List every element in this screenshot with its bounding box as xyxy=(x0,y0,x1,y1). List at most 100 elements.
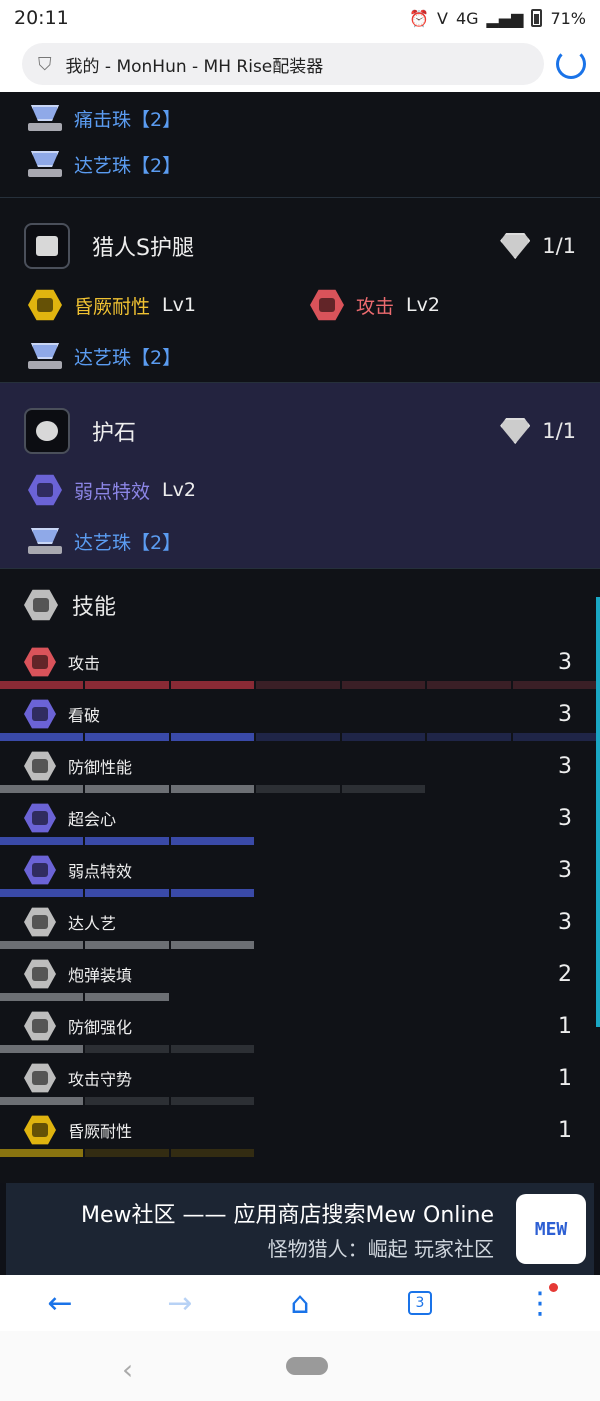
skill-bar-segment xyxy=(0,681,84,689)
skill-bar-segment xyxy=(0,941,84,949)
skill-bar-segment xyxy=(0,1045,84,1053)
battery-percent: 71% xyxy=(550,8,586,28)
skill-bar-segment xyxy=(256,733,340,741)
skill-bar-segment xyxy=(513,785,596,793)
skill-bar-segment xyxy=(513,941,596,949)
skill-bar-segment xyxy=(85,889,169,897)
skill-summary-level: 3 xyxy=(558,857,572,883)
skill-bar-segment xyxy=(170,681,255,689)
diamond-icon xyxy=(500,418,531,444)
skill-bar-segment xyxy=(85,733,169,741)
skill-summary-row[interactable]: 昏厥耐性 1 xyxy=(0,1109,600,1161)
skill-summary-line: 超会心 3 xyxy=(0,797,600,839)
skill-summary-row[interactable]: 攻击 3 xyxy=(0,641,600,693)
back-arrow-icon[interactable]: ← xyxy=(40,1283,80,1323)
skill-bar-segment xyxy=(256,941,339,949)
skill-bar-segment xyxy=(513,889,596,897)
skills-icon xyxy=(24,589,58,621)
skill-icon xyxy=(24,855,56,885)
skill-summary-level: 1 xyxy=(558,1013,572,1039)
skill-bar-segment xyxy=(170,1149,255,1157)
skill-name: 攻击 xyxy=(356,295,395,318)
deco-row[interactable]: 达艺珠【2】 xyxy=(0,333,600,379)
skill-summary-row[interactable]: 攻击守势 1 xyxy=(0,1057,600,1109)
deco-name: 达艺珠【2】 xyxy=(74,346,182,369)
ad-banner[interactable]: Mew社区 —— 应用商店搜索Mew Online 怪物猎人：崛起 玩家社区 M… xyxy=(6,1183,594,1275)
skill-summary-row[interactable]: 看破 3 xyxy=(0,693,600,745)
armor-header: 猎人S护腿 1/1 xyxy=(0,215,600,277)
skill-bar-segment xyxy=(256,1045,339,1053)
browser-bottom-nav: ← → ⌂ 3 ⋮ xyxy=(0,1275,600,1331)
skill-level-bar xyxy=(0,889,596,897)
menu-icon[interactable]: ⋮ xyxy=(520,1283,560,1323)
deco-row[interactable]: 痛击珠【2】 xyxy=(0,95,600,141)
alarm-icon: ⏰ xyxy=(409,8,429,28)
diamond-icon xyxy=(500,233,531,259)
forward-arrow-icon[interactable]: → xyxy=(160,1283,200,1323)
skill-bar-segment xyxy=(0,993,84,1001)
skill-bar-segment xyxy=(513,837,596,845)
deco-name: 痛击珠【2】 xyxy=(74,108,182,131)
armor-name: 护石 xyxy=(92,421,137,446)
armor-header: 护石 1/1 xyxy=(0,400,600,462)
refresh-icon[interactable] xyxy=(556,49,586,79)
skill-bar-segment xyxy=(170,889,255,897)
status-icons: ⏰ V 4G ▂▄▆ 71% xyxy=(409,9,586,28)
mew-logo[interactable]: MEW xyxy=(516,1194,586,1264)
skill-bar-segment xyxy=(0,1097,84,1105)
skill-summary-row[interactable]: 防御强化 1 xyxy=(0,1005,600,1057)
skill-bar-segment xyxy=(342,1097,425,1105)
skill-bar-segment xyxy=(512,681,596,689)
skill-icon xyxy=(24,647,56,677)
legs-armor-icon xyxy=(24,223,70,269)
skill-bar-segment xyxy=(85,993,169,1001)
decoration-gem-icon xyxy=(28,105,62,131)
skill-summary-row[interactable]: 达人艺 3 xyxy=(0,901,600,953)
slot-count-value: 1/1 xyxy=(542,419,576,443)
scrollbar[interactable] xyxy=(596,597,600,1027)
skill-bar-segment xyxy=(0,889,84,897)
charm-section[interactable]: 护石 1/1 弱点特效 Lv2 达艺珠【2】 xyxy=(0,383,600,569)
skill-icon xyxy=(24,699,56,729)
banner-line-2: 怪物猎人：崛起 玩家社区 xyxy=(267,1236,494,1261)
tabs-button[interactable]: 3 xyxy=(400,1283,440,1323)
system-nav-bar: ‹ xyxy=(0,1331,600,1401)
skill-icon xyxy=(24,907,56,937)
system-back-icon[interactable]: ‹ xyxy=(122,1353,133,1386)
skill-summary-row[interactable]: 防御性能 3 xyxy=(0,745,600,797)
skills-title: 技能 xyxy=(72,595,117,620)
skill-summary-name: 弱点特效 xyxy=(68,862,133,881)
shield-icon: ⛉ xyxy=(38,53,52,75)
home-pill[interactable] xyxy=(286,1357,328,1375)
skill-level-bar xyxy=(0,733,596,741)
decoration-gem-icon xyxy=(28,528,62,554)
skill-summary-name: 超会心 xyxy=(68,810,117,829)
deco-row[interactable]: 达艺珠【2】 xyxy=(0,141,600,187)
skill-summary-level: 1 xyxy=(558,1065,572,1091)
legs-armor-section[interactable]: 猎人S护腿 1/1 昏厥耐性 Lv1 攻击 Lv2 达艺珠【2】 xyxy=(0,198,600,383)
skill-summary-name: 攻击 xyxy=(68,654,101,673)
skill-summary-line: 昏厥耐性 1 xyxy=(0,1109,600,1151)
skills-section-header: 技能 xyxy=(0,569,600,641)
skill-level-bar xyxy=(0,1097,596,1105)
skill-bar-segment xyxy=(0,1149,84,1157)
skill-bar-segment xyxy=(427,1097,510,1105)
charm-icon xyxy=(24,408,70,454)
home-icon[interactable]: ⌂ xyxy=(280,1283,320,1323)
address-bar[interactable]: ⛉ 我的 - MonHun - MH Rise配装器 xyxy=(22,43,544,85)
skill-summary-level: 3 xyxy=(558,909,572,935)
skill-level-bar xyxy=(0,1045,596,1053)
skill-bar-segment xyxy=(0,785,84,793)
skill-summary-row[interactable]: 弱点特效 3 xyxy=(0,849,600,901)
deco-name: 达艺珠【2】 xyxy=(74,154,182,177)
skill-summary-level: 3 xyxy=(558,701,572,727)
deco-row[interactable]: 达艺珠【2】 xyxy=(0,518,600,564)
status-bar: 20:11 ⏰ V 4G ▂▄▆ 71% xyxy=(0,0,600,36)
skill-bar-segment xyxy=(513,1149,596,1157)
skill-summary-row[interactable]: 炮弹装填 2 xyxy=(0,953,600,1005)
skill-bar-segment xyxy=(85,941,169,949)
skill-summary-row[interactable]: 超会心 3 xyxy=(0,797,600,849)
skill-bar-segment xyxy=(342,1149,425,1157)
skill-summary-level: 3 xyxy=(558,649,572,675)
skill-summary-name: 昏厥耐性 xyxy=(68,1122,133,1141)
